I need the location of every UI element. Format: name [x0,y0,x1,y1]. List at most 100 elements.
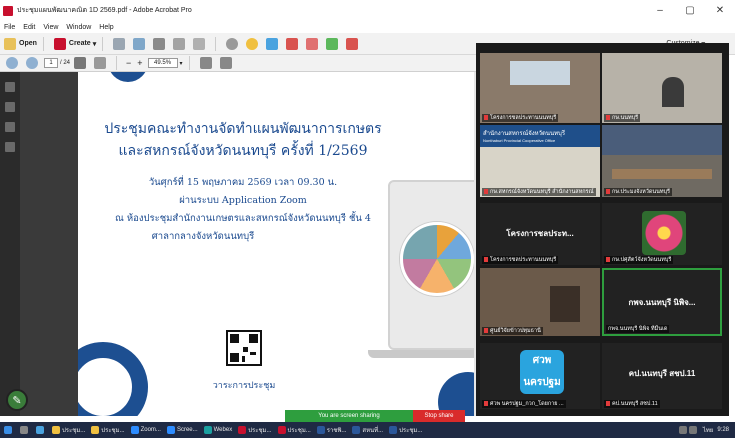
participant-tile[interactable]: โครงการชลประทานนนทบุรี [480,53,600,123]
zoom-icon [130,426,139,434]
taskbar-item[interactable]: Zoom... [130,426,161,434]
decorative-circle [108,72,148,82]
flower-avatar [642,211,686,255]
participant-tile[interactable]: กษ.ปศุสัตว์จังหวัดนนทบุรี [602,203,722,265]
folder-icon [4,37,16,50]
open-button[interactable]: Open [4,37,37,50]
participant-display-name: กพจ.นนทบุรี นิพิจ... [628,298,696,307]
participant-person [662,77,684,107]
wifi-icon[interactable] [678,426,687,434]
taskbar-item[interactable]: ราชพิ... [316,425,346,435]
search-icon[interactable] [20,426,28,434]
taskbar-item[interactable]: สหนที่... [352,425,383,435]
stop-share-button[interactable]: Stop share [413,410,465,422]
taskbar-item[interactable]: Scree... [166,426,198,434]
menu-file[interactable]: File [4,24,15,31]
agenda-link[interactable]: วาระการประชุม [198,378,290,392]
meeting-date: วันศุกร์ที่ 15 พฤษภาคม 2569 เวลา 09.30 น… [148,177,338,188]
participant-tile[interactable]: ศวพ นครปฐม ศวพ นครปฐม_กวก_โดยกาย ... [480,343,600,409]
settings-icon[interactable] [226,37,239,50]
print-icon[interactable] [153,37,166,50]
fit-page-icon[interactable] [219,57,232,69]
create-pdf-icon [53,37,66,50]
page-thumbnails-icon[interactable] [5,82,15,92]
next-page-icon[interactable] [26,57,38,69]
zoom-level-input[interactable]: 49.5% [147,58,178,68]
page-number-input[interactable]: 1 [44,58,58,68]
taskbar-item[interactable]: ประชุม... [277,425,311,435]
hand-tool-icon[interactable] [94,57,107,69]
toolbar-divider [42,36,44,51]
edit-pdf-button[interactable]: ✎ [6,389,28,411]
participant-tile[interactable]: กษ.ประมงจังหวัดนนทบุรี [602,125,722,197]
document-gutter [20,72,78,416]
bookmarks-icon[interactable] [5,102,15,112]
comments-panel-icon[interactable] [5,142,15,152]
language-indicator[interactable]: ไทย [703,425,714,435]
participant-tile[interactable]: สำนักงานสหกรณ์จังหวัดนนทบุรี Nonthaburi … [480,125,600,197]
participant-name: กษ.ปศุสัตว์จังหวัดนนทบุรี [604,256,674,264]
menu-view[interactable]: View [43,24,58,31]
zoom-out-button[interactable]: − [126,58,131,68]
active-speaker-tile[interactable]: กพจ.นนทบุรี นิพิจ... กพจ.นนทบุรี นิพิจ ท… [602,268,722,336]
email-icon[interactable] [193,37,206,50]
taskbar-item[interactable]: ประชุม... [238,425,272,435]
zoom-in-button[interactable]: + [137,58,142,68]
start-icon[interactable] [4,426,12,434]
acrobat-icon [238,426,247,434]
fit-width-icon[interactable] [199,57,212,69]
window-title: ประชุมแผนพัฒนาคณิต 1D 2569.pdf - Adobe A… [17,7,192,14]
previous-page-icon[interactable] [6,57,18,69]
taskbar-item[interactable]: ประชุม... [52,425,85,435]
edit-icon[interactable] [173,37,186,50]
muted-mic-icon [606,257,610,263]
folder-icon [52,426,60,434]
create-button[interactable]: Create ▾ [53,37,96,50]
minimize-button[interactable]: – [645,0,675,21]
taskbar-item[interactable]: ประชุม... [91,425,125,435]
stamp-icon[interactable] [346,37,359,50]
clock[interactable]: 9:28 [717,427,729,433]
save-icon[interactable] [113,37,126,50]
menu-window[interactable]: Window [66,24,91,31]
document-title: ประชุมคณะทำงานจัดทำแผนพัฒนาการเกษตร และส… [78,118,408,162]
sign-icon[interactable] [266,37,279,50]
participant-tile[interactable]: โครงการชลประท... โครงการชลประทานนนทบุรี [480,203,600,265]
document-title-line-2: และสหกรณ์จังหวัดนนทบุรี ครั้งที่ 1/2569 [118,143,368,159]
taskbar-item[interactable]: Webex [203,426,232,434]
cloud-upload-icon[interactable] [133,37,146,50]
close-button[interactable]: ✕ [705,0,735,21]
color-wheel-illustration [400,222,474,296]
attachments-icon[interactable] [5,122,15,132]
menu-help[interactable]: Help [99,24,113,31]
participant-tile[interactable]: กษ.นนทบุรี [602,53,722,123]
toolbar-divider [188,56,190,70]
protect-icon[interactable] [286,37,299,50]
webex-icon [203,426,212,434]
meeting-location: ณ ห้องประชุมสำนักงานเกษตรและสหกรณ์จังหวั… [115,213,371,224]
participant-display-name: คป.นนทบุรี สชป.11 [628,369,696,378]
word-icon [352,426,361,434]
task-view-icon[interactable] [36,426,44,434]
participant-display-name: โครงการชลประท... [506,229,574,238]
participant-name: กษ.สหกรณ์จังหวัดนนทบุรี สำนักงานสหกรณ์ [482,188,596,196]
participant-name: กพจ.นนทบุรี นิพิจ ทีมิ้นเด [606,325,670,333]
export-icon[interactable] [306,37,319,50]
select-tool-icon[interactable] [74,57,87,69]
menu-edit[interactable]: Edit [23,24,35,31]
volume-icon[interactable] [688,426,697,434]
participant-name: กษ.ประมงจังหวัดนนทบุรี [604,188,672,196]
title-bar: ประชุมแผนพัฒนาคณิต 1D 2569.pdf - Adobe A… [0,0,735,21]
muted-mic-icon [606,189,610,195]
maximize-button[interactable]: ▢ [675,0,705,21]
menu-bar: File Edit View Window Help [0,21,735,33]
participant-name: กษ.นนทบุรี [604,114,641,122]
chevron-down-icon[interactable]: ▾ [180,60,183,67]
word-icon [389,426,398,434]
muted-mic-icon [484,257,488,263]
comment-icon[interactable] [246,37,259,50]
taskbar-item[interactable]: ประชุม... [389,425,422,435]
participant-tile[interactable]: คป.นนทบุรี สชป.11 คป.นนทบุรี สชป.11 [602,343,722,409]
combine-icon[interactable] [326,37,339,50]
participant-tile[interactable]: ศูนย์วิจัยข้าวปทุมธานี [480,268,600,336]
